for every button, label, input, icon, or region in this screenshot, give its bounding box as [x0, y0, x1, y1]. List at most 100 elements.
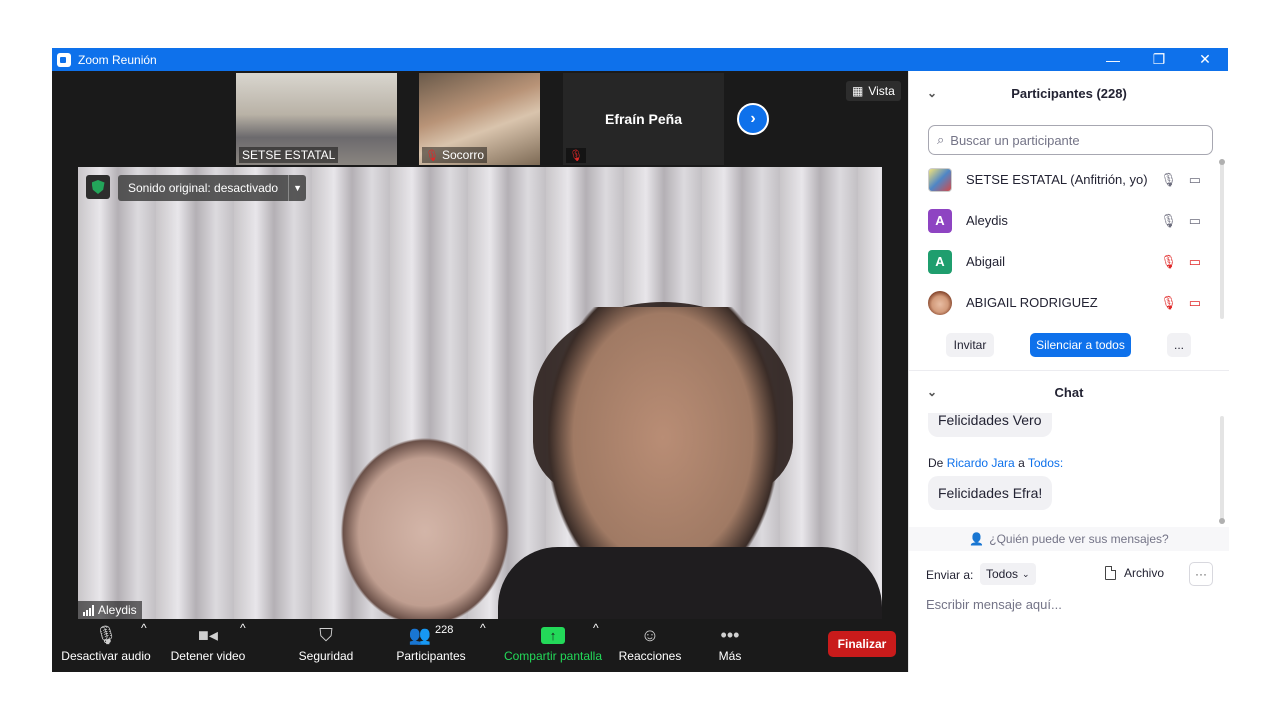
participant-row[interactable]: A Abigail 🎙 ▭ [909, 241, 1221, 282]
search-icon: ⌕ [937, 132, 945, 147]
grid-icon: ▦ [852, 84, 864, 98]
mic-muted-icon: 🎙 [569, 150, 583, 162]
share-label: Compartir pantalla [503, 649, 603, 663]
view-button[interactable]: ▦ Vista [846, 81, 901, 101]
participants-options-caret[interactable]: ^ [480, 621, 486, 672]
video-camera-icon[interactable]: ▭ [1189, 172, 1201, 188]
send-to-select[interactable]: Todos ⌄ [980, 563, 1036, 585]
mute-audio-button[interactable]: 🎙 Desactivar audio [60, 621, 152, 672]
video-label: Detener video [170, 649, 246, 663]
video-figure [498, 547, 882, 619]
participant-list: SETSE ESTATAL (Anfitrión, yo) 🎙 ▭ A Aley… [909, 159, 1221, 319]
chat-message: Felicidades Efra! [928, 476, 1053, 510]
avatar [928, 290, 952, 315]
chat-more-button[interactable]: ··· [1189, 562, 1213, 586]
reactions-label: Reacciones [618, 649, 682, 663]
security-button[interactable]: ⛉ Seguridad [292, 621, 360, 672]
who-sees-label: ¿Quién puede ver sus mensajes? [989, 532, 1169, 546]
chat-message-input[interactable] [926, 593, 1216, 615]
audio-options-caret[interactable]: ^ [141, 621, 147, 672]
participants-more-button[interactable]: ... [1167, 333, 1191, 357]
chat-header: ⌄ Chat [909, 371, 1229, 413]
avatar [928, 167, 952, 192]
participant-row[interactable]: SETSE ESTATAL (Anfitrión, yo) 🎙 ▭ [909, 159, 1221, 200]
participant-status: 🎙 ▭ [1160, 295, 1201, 311]
thumb-center-name: Efraín Peña [604, 111, 683, 127]
thumb-label: 🎙 [566, 148, 586, 163]
participant-status: 🎙 ▭ [1160, 213, 1201, 229]
side-panel: ⌄ Participantes (228) ⌕ Buscar un partic… [908, 71, 1229, 672]
more-label: Más [718, 649, 742, 663]
close-button[interactable]: ✕ [1182, 48, 1228, 71]
chevron-down-icon[interactable]: ⌄ [927, 385, 937, 399]
chat-message: Felicidades Vero [928, 413, 1052, 437]
chat-title: Chat [1054, 384, 1084, 400]
participant-status: 🎙 ▭ [1160, 254, 1201, 270]
thumb-name: Socorro [441, 148, 484, 162]
zoom-app-icon [57, 52, 71, 67]
meeting-toolbar: 🎙 Desactivar audio ^ ■◂ Detener video ^ … [52, 621, 908, 672]
audio-label: Desactivar audio [61, 649, 151, 663]
shield-icon: ⛉ [319, 624, 333, 645]
avatar: A [928, 208, 952, 233]
file-button[interactable]: Archivo [1105, 566, 1164, 580]
invite-button[interactable]: Invitar [946, 333, 994, 357]
to-word: a [1018, 456, 1025, 470]
chevron-down-icon[interactable]: ⌄ [927, 86, 937, 100]
mute-all-button[interactable]: Silenciar a todos [1030, 333, 1131, 357]
video-thumb-socorro[interactable]: 🎙 Socorro [419, 73, 540, 165]
video-thumb-efrain[interactable]: Efraín Peña 🎙 [563, 73, 724, 165]
participant-search[interactable]: ⌕ Buscar un participante [928, 125, 1213, 155]
participants-button[interactable]: 👥 228 Participantes [392, 621, 470, 672]
view-label: Vista [868, 84, 895, 98]
share-options-caret[interactable]: ^ [593, 621, 599, 672]
video-off-icon[interactable]: ▭ [1189, 295, 1201, 311]
who-can-see-link[interactable]: 👤 ¿Quién puede ver sus mensajes? [909, 527, 1229, 551]
end-meeting-button[interactable]: Finalizar [828, 631, 896, 657]
mic-muted-icon: 🎙 [425, 149, 439, 162]
mic-muted-icon[interactable]: 🎙 [1160, 254, 1177, 270]
participants-header: ⌄ Participantes (228) [909, 71, 1229, 115]
video-thumb-setse[interactable]: SETSE ESTATAL [236, 73, 397, 165]
participants-scrollbar[interactable] [1219, 159, 1225, 319]
send-to-value: Todos [986, 567, 1019, 581]
signal-bars-icon [83, 604, 94, 616]
more-button[interactable]: ••• Más [712, 621, 748, 672]
participant-row[interactable]: A Aleydis 🎙 ▭ [909, 200, 1221, 241]
recipient-name[interactable]: Todos: [1028, 456, 1063, 470]
microphone-icon: 🎙 [94, 624, 118, 645]
participant-actions: Invitar Silenciar a todos ... [909, 333, 1229, 363]
video-camera-icon[interactable]: ▭ [1189, 213, 1201, 229]
chat-scrollbar[interactable] [1219, 416, 1225, 524]
chevron-down-icon[interactable]: ▼ [288, 175, 306, 201]
video-figure [340, 437, 510, 619]
participant-row[interactable]: ABIGAIL RODRIGUEZ 🎙 ▭ [909, 282, 1221, 323]
next-page-button[interactable]: › [737, 103, 769, 135]
encryption-badge[interactable] [86, 175, 110, 199]
stop-video-button[interactable]: ■◂ Detener video [166, 621, 250, 672]
sender-name[interactable]: Ricardo Jara [947, 456, 1015, 470]
mic-muted-icon[interactable]: 🎙 [1160, 295, 1177, 311]
send-to-label: Enviar a: [926, 568, 974, 582]
microphone-icon[interactable]: 🎙 [1160, 213, 1177, 229]
minimize-button[interactable]: — [1090, 48, 1136, 71]
person-lock-icon: 👤 [969, 532, 985, 546]
participant-name: Aleydis [966, 213, 1008, 228]
participant-name: SETSE ESTATAL (Anfitrión, yo) [966, 172, 1148, 187]
share-screen-button[interactable]: ↑ Compartir pantalla [502, 621, 604, 672]
reactions-button[interactable]: ☺ Reacciones [618, 621, 682, 672]
share-arrow-icon: ↑ [541, 626, 565, 644]
thumb-label: SETSE ESTATAL [239, 147, 339, 163]
ellipsis-icon: ••• [720, 624, 740, 645]
thumb-label: 🎙 Socorro [422, 147, 487, 163]
participant-name: Abigail [966, 254, 1006, 269]
participant-status: 🎙 ▭ [1160, 172, 1201, 188]
original-sound-control[interactable]: Sonido original: desactivado ▼ [118, 175, 307, 201]
microphone-icon[interactable]: 🎙 [1160, 172, 1177, 188]
from-prefix: De [928, 456, 944, 470]
restore-button[interactable]: ❐ [1136, 48, 1182, 71]
video-off-icon[interactable]: ▭ [1189, 254, 1201, 270]
video-options-caret[interactable]: ^ [240, 621, 246, 672]
send-options: Enviar a: Todos ⌄ Archivo ··· [909, 561, 1229, 589]
zoom-window: Zoom Reunión — ❐ ✕ SETSE ESTATAL 🎙 Socor… [52, 48, 1229, 672]
